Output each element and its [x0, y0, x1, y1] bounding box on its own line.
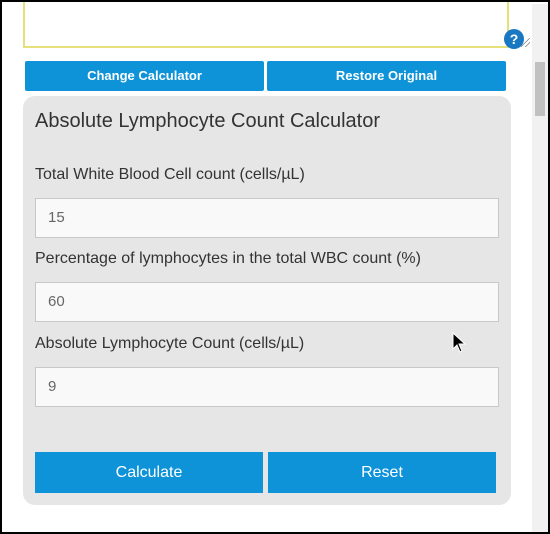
mouse-cursor-icon [452, 332, 467, 353]
calculate-button[interactable]: Calculate [35, 452, 263, 493]
lymphocyte-percentage-label: Percentage of lymphocytes in the total W… [35, 250, 421, 267]
calculator-title: Absolute Lymphocyte Count Calculator [35, 110, 380, 132]
lymphocyte-percentage-input[interactable]: 60 [35, 282, 499, 322]
absolute-lymphocyte-count-label: Absolute Lymphocyte Count (cells/µL) [35, 335, 305, 352]
restore-original-button[interactable]: Restore Original [267, 61, 506, 91]
change-calculator-button[interactable]: Change Calculator [25, 61, 264, 91]
resize-grip-icon[interactable] [521, 38, 530, 47]
formula-textarea[interactable]: ? [23, 2, 530, 49]
browser-viewport: ? Change Calculator Restore Original Abs… [0, 0, 550, 534]
wbc-count-input[interactable]: 15 [35, 198, 499, 238]
absolute-lymphocyte-count-input[interactable]: 9 [35, 367, 499, 407]
calculator-card: Absolute Lymphocyte Count Calculator Tot… [23, 96, 511, 505]
reset-button[interactable]: Reset [268, 452, 496, 493]
scrollbar-thumb[interactable] [535, 62, 545, 116]
page-scrollbar[interactable] [532, 4, 548, 532]
wbc-count-label: Total White Blood Cell count (cells/µL) [35, 166, 305, 183]
